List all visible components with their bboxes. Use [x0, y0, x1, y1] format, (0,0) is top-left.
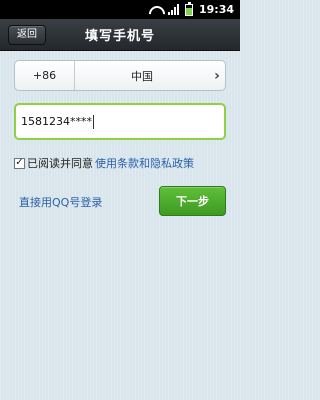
country-code[interactable]: +86 — [15, 61, 75, 90]
wifi-icon — [148, 4, 162, 16]
qq-login-link[interactable]: 直接用QQ号登录 — [19, 194, 102, 210]
agreement-row: ✓ 已阅读并同意 使用条款和隐私政策 — [14, 156, 194, 170]
signal-icon — [167, 4, 179, 16]
phone-number-value: 1581234**** — [21, 115, 92, 128]
battery-icon — [184, 1, 193, 16]
chevron-right-icon: › — [214, 67, 220, 84]
page-title: 填写手机号 — [84, 29, 155, 44]
title-bar: 返回 填写手机号 — [0, 19, 240, 51]
back-button[interactable]: 返回 — [8, 25, 46, 45]
status-time: 19:34 — [198, 3, 234, 16]
agreement-prefix: 已阅读并同意 — [27, 157, 93, 170]
status-bar: 19:34 — [0, 0, 240, 19]
country-selector[interactable]: +86 中国 › — [14, 60, 226, 91]
terms-privacy-link[interactable]: 使用条款和隐私政策 — [95, 155, 194, 171]
text-cursor — [93, 114, 94, 129]
phone-number-input[interactable]: 1581234**** — [14, 103, 226, 140]
agree-checkbox[interactable]: ✓ — [14, 157, 25, 169]
country-name: 中国 — [131, 69, 153, 83]
next-button[interactable]: 下一步 — [159, 186, 226, 216]
